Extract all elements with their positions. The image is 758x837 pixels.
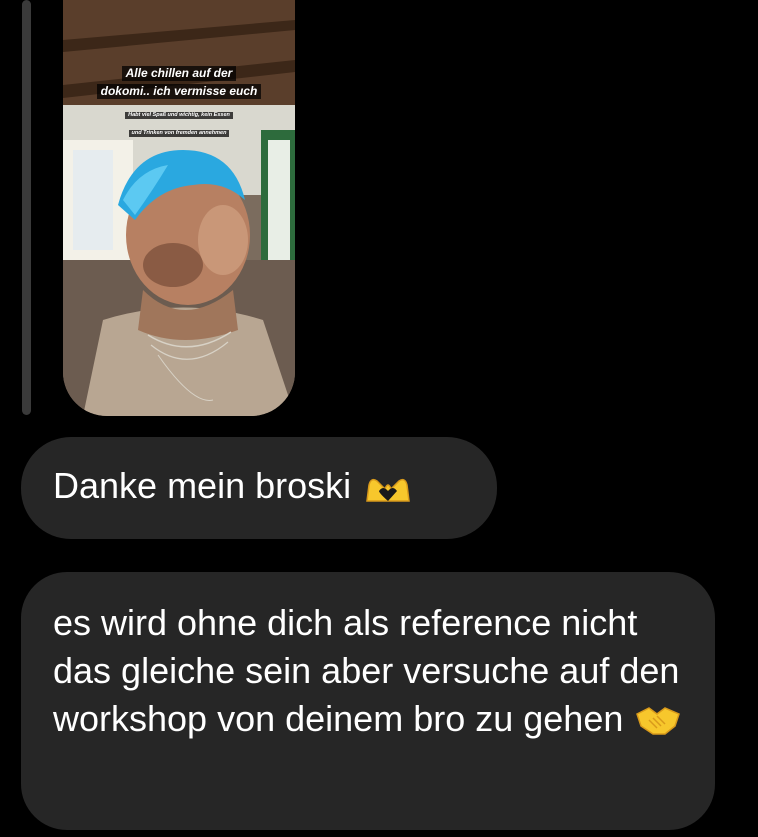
small-caption-line-2: und Trinken von fremden annehmen — [128, 130, 230, 137]
message-text: Danke mein broski — [53, 465, 352, 506]
caption-line-2: dokomi.. ich vermisse euch — [96, 84, 262, 99]
message-bubble[interactable]: Danke mein broski — [21, 437, 497, 539]
story-reply-thumbnail[interactable]: Alle chillen auf der dokomi.. ich vermis… — [63, 0, 295, 416]
message-text: es wird ohne dich als reference nicht da… — [53, 602, 680, 739]
story-photo — [63, 0, 295, 416]
reply-indicator-bar — [22, 0, 31, 415]
story-caption: Alle chillen auf der dokomi.. ich vermis… — [63, 64, 295, 100]
message-bubble[interactable]: es wird ohne dich als reference nicht da… — [21, 572, 715, 830]
small-caption-line-1: Habt viel Spaß und wichtig, kein Essen — [125, 112, 233, 119]
heart-hands-icon — [363, 471, 413, 505]
caption-line-1: Alle chillen auf der — [121, 66, 237, 81]
story-small-caption: Habt viel Spaß und wichtig, kein Essen u… — [63, 103, 295, 139]
handshake-icon — [635, 704, 681, 738]
